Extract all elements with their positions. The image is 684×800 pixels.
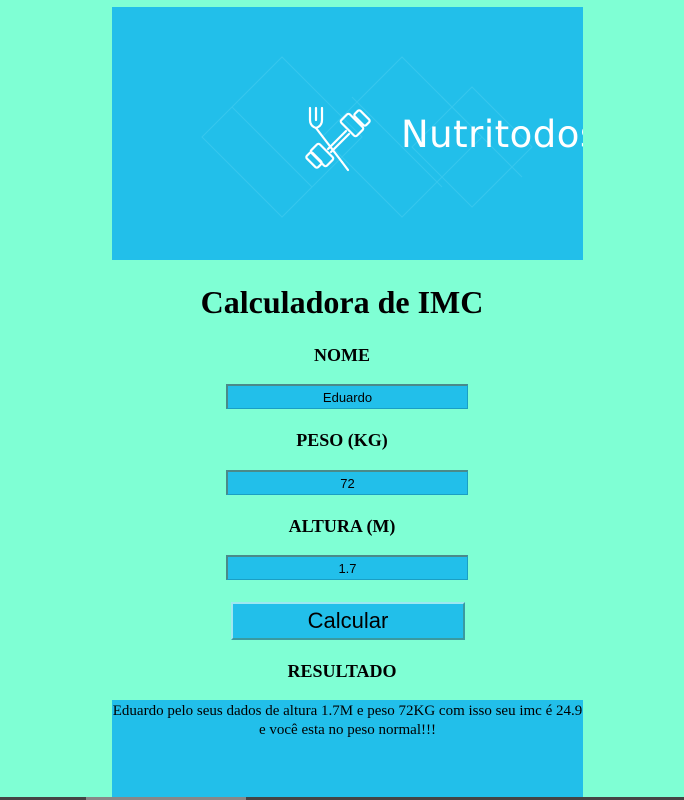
page-title: Calculadora de IMC (200, 284, 484, 320)
result-text: Eduardo pelo seus dados de altura 1.7M e… (112, 703, 583, 738)
result-heading: RESULTADO (287, 661, 397, 681)
height-label: ALTURA (M) (288, 516, 396, 536)
weight-label: PESO (KG) (296, 430, 388, 450)
weight-input[interactable] (226, 470, 468, 495)
height-input[interactable] (226, 555, 468, 580)
result-box: Eduardo pelo seus dados de altura 1.7M e… (112, 700, 583, 800)
calculate-button[interactable]: Calcular (231, 602, 465, 640)
fork-dumbbell-icon (305, 106, 371, 172)
name-input[interactable] (226, 384, 468, 409)
brand-name: Nutritodos (401, 113, 583, 156)
name-label: NOME (314, 345, 370, 365)
brand-banner: Nutritodos (112, 7, 583, 260)
